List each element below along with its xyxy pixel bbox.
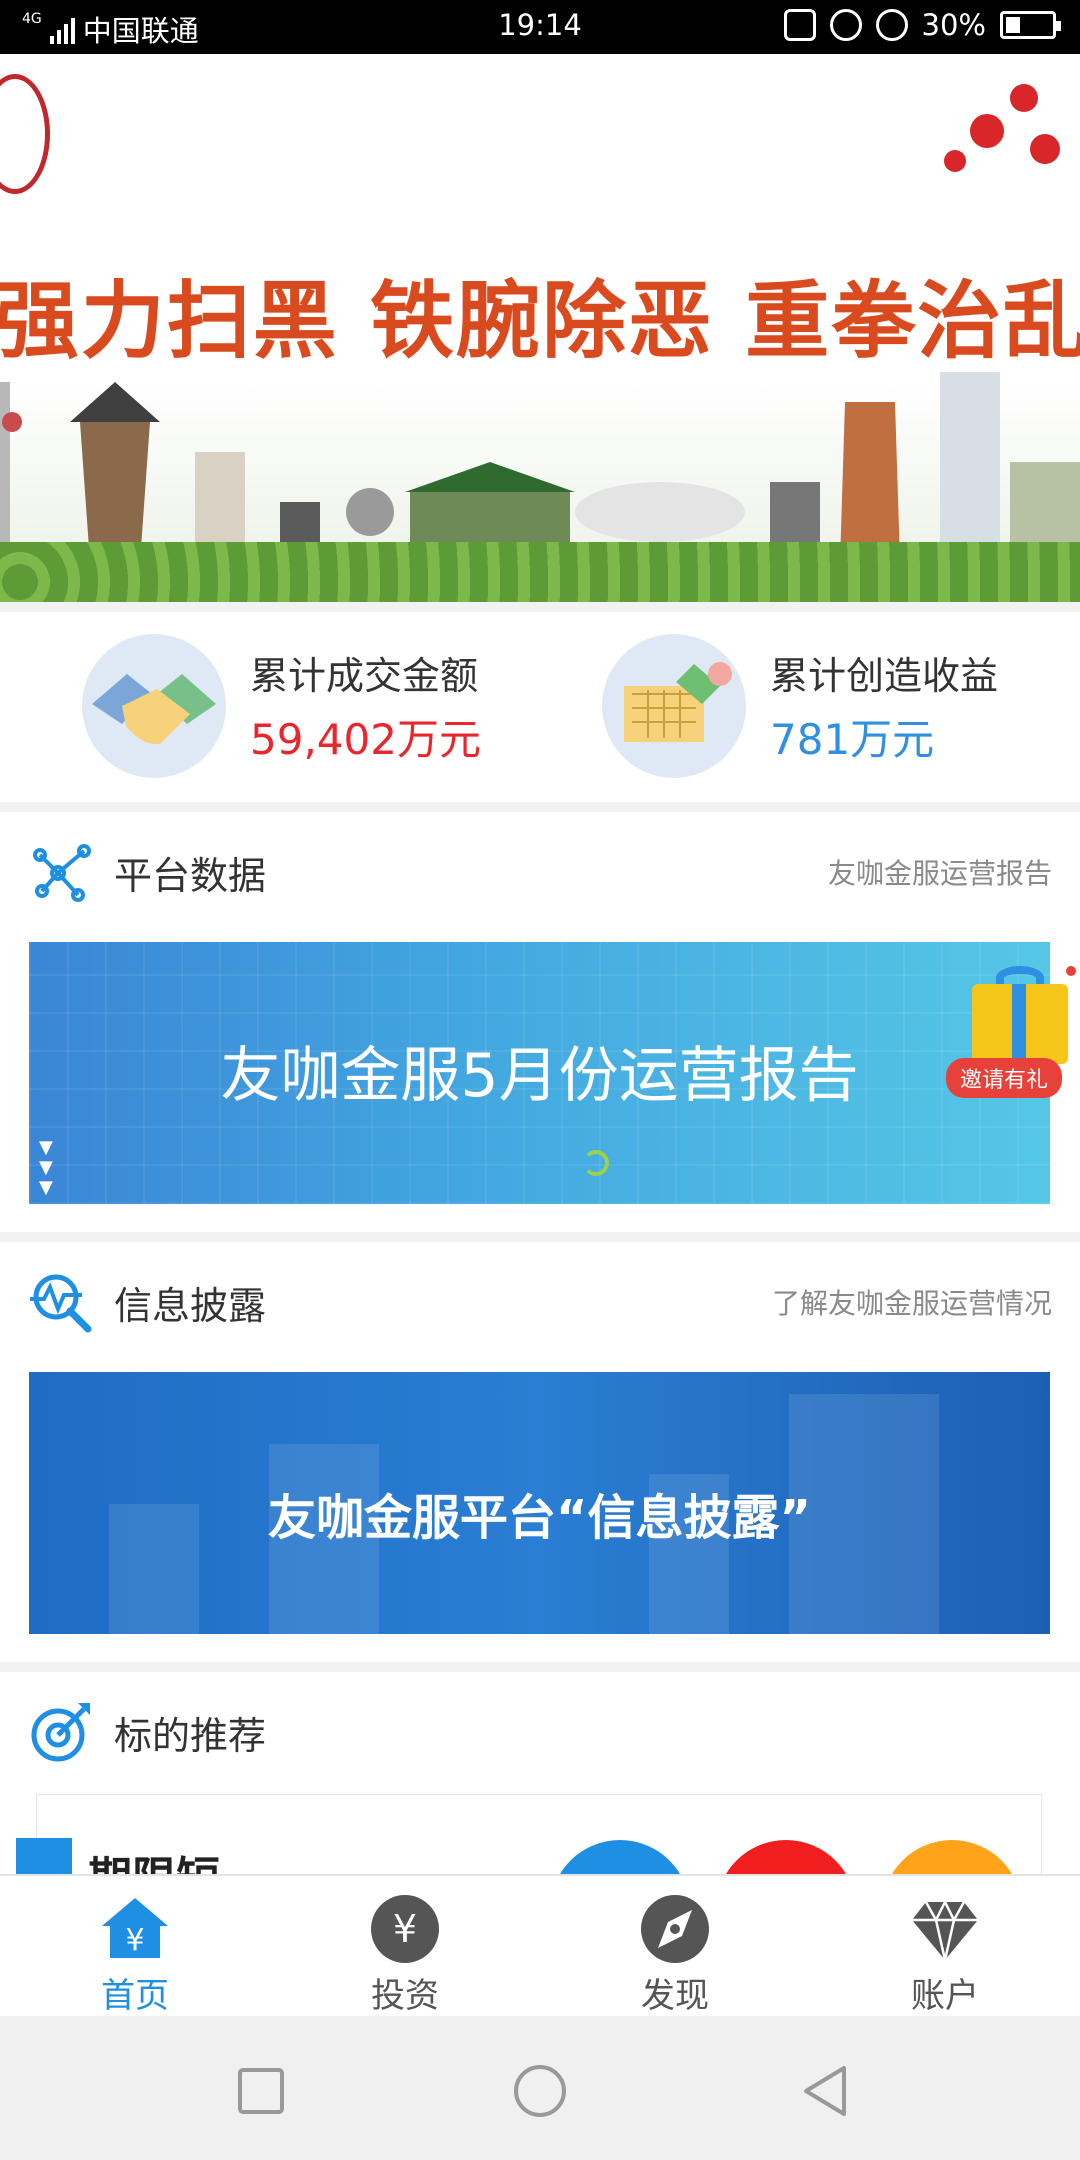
- notification-dot: [1066, 966, 1076, 976]
- stat-texts: 累计成交金额 59,402万元: [250, 645, 481, 767]
- magnifier-pulse-icon: [28, 1269, 94, 1335]
- target-icon: [28, 1699, 94, 1765]
- lock-rotation-icon: [829, 9, 862, 41]
- section-title: 平台数据: [114, 853, 267, 898]
- stat-total-volume: 累计成交金额 59,402万元: [82, 634, 481, 778]
- home-button[interactable]: [510, 2064, 570, 2118]
- battery-icon: [1000, 11, 1061, 39]
- product-flag-icon: [16, 1838, 72, 1874]
- recents-button[interactable]: [232, 2064, 292, 2118]
- invite-label: 邀请有礼: [946, 1058, 1063, 1098]
- stats-card: 累计成交金额 59,402万元 累计创造收益 781万元: [0, 612, 1080, 802]
- section-header: 标的推荐: [28, 1692, 1052, 1772]
- stat-label: 累计创造收益: [770, 654, 999, 698]
- system-navigation-bar: [0, 2016, 1080, 2160]
- tab-label: 发现: [641, 1976, 709, 2016]
- tab-invest[interactable]: ¥ 投资: [270, 1876, 540, 2016]
- status-right: 30%: [783, 8, 1061, 42]
- vibrate-icon: [783, 9, 816, 41]
- info-disclosure-banner[interactable]: 友咖金服平台“信息披露”: [29, 1372, 1050, 1634]
- disclosure-section: 信息披露 了解友咖金服运营情况 友咖金服平台“信息披露”: [0, 1242, 1080, 1662]
- promo-banner[interactable]: 强力扫黑 铁腕除恶 重拳治乱: [0, 54, 1080, 602]
- compass-icon: [638, 1892, 712, 1966]
- banner-text: 友咖金服平台“信息披露”: [267, 1490, 812, 1546]
- diamond-icon: [908, 1892, 982, 1966]
- banner-slogan: 强力扫黑 铁腕除恶 重拳治乱: [0, 272, 1080, 370]
- handshake-icon: [82, 634, 226, 778]
- stat-total-earnings: 累计创造收益 781万元: [602, 634, 998, 778]
- yuan-icon: ¥: [368, 1892, 442, 1966]
- operation-info-link[interactable]: 了解友咖金服运营情况: [772, 1282, 1052, 1322]
- platform-data-section: 平台数据 友咖金服运营报告 友咖金服5月份运营报告 ▼ ▼ ▼: [0, 812, 1080, 1232]
- stat-value: 781万元: [770, 715, 935, 764]
- stat-texts: 累计创造收益 781万元: [770, 645, 998, 767]
- alarm-icon: [875, 9, 908, 41]
- tab-home[interactable]: ¥ 首页: [0, 1876, 270, 2016]
- trees-decoration: [0, 542, 1080, 602]
- battery-percent: 30%: [921, 8, 986, 42]
- scroll-arrows-icon: ▼ ▼ ▼: [39, 1137, 53, 1198]
- network-nodes-icon: [28, 839, 94, 905]
- loading-spinner-icon: [583, 1150, 609, 1176]
- chart-pen-icon: [602, 634, 746, 778]
- section-title: 标的推荐: [114, 1713, 267, 1758]
- tab-account[interactable]: 账户: [810, 1876, 1080, 2016]
- monthly-report-banner[interactable]: 友咖金服5月份运营报告 ▼ ▼ ▼: [29, 942, 1050, 1204]
- svg-text:¥: ¥: [125, 1923, 144, 1958]
- bottom-tab-bar: ¥ 首页 ¥ 投资 发现 账户: [0, 1874, 1080, 2016]
- status-bar: 4G 中国联通 19:14 30%: [0, 0, 1080, 54]
- invite-gift-button[interactable]: 邀请有礼: [940, 966, 1076, 1102]
- home-icon: ¥: [98, 1892, 172, 1966]
- emblem-logo: [0, 74, 50, 194]
- stat-value: 59,402万元: [250, 715, 481, 764]
- tab-label: 账户: [911, 1976, 979, 2016]
- stat-label: 累计成交金额: [250, 654, 479, 698]
- svg-text:¥: ¥: [393, 1907, 417, 1951]
- banner-text: 友咖金服5月份运营报告: [220, 1041, 859, 1111]
- operation-report-link[interactable]: 友咖金服运营报告: [828, 852, 1052, 892]
- tab-label: 投资: [371, 1976, 439, 2016]
- plum-blossom-decoration: [940, 74, 1080, 194]
- tab-discover[interactable]: 发现: [540, 1876, 810, 2016]
- section-title: 信息披露: [114, 1283, 267, 1328]
- section-header[interactable]: 平台数据 友咖金服运营报告: [28, 832, 1052, 912]
- back-button[interactable]: [798, 2064, 858, 2118]
- section-header[interactable]: 信息披露 了解友咖金服运营情况: [28, 1262, 1052, 1342]
- gift-icon: [972, 984, 1068, 1064]
- tab-label: 首页: [101, 1976, 169, 2016]
